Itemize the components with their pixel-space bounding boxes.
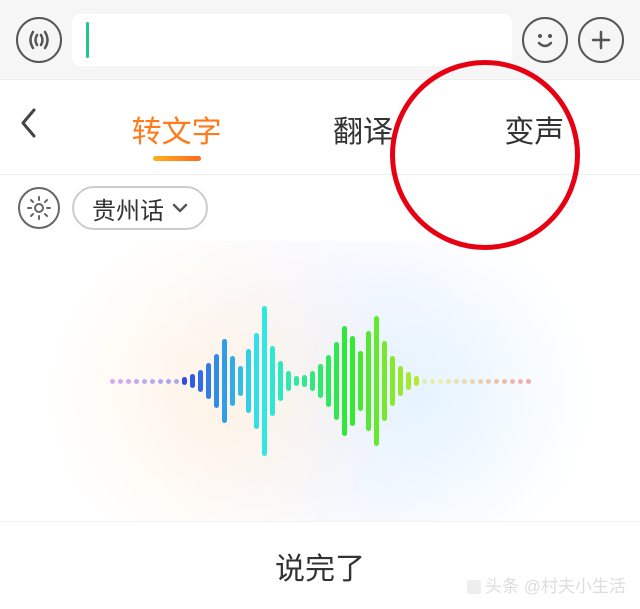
plus-icon: [588, 27, 614, 53]
back-button[interactable]: [18, 106, 66, 149]
tab-translate[interactable]: 翻译: [323, 85, 403, 169]
waveform-display: [0, 241, 640, 521]
settings-button[interactable]: [18, 187, 60, 229]
tab-voicechange[interactable]: 变声: [494, 85, 574, 169]
gear-icon: [26, 195, 52, 221]
text-cursor: [86, 22, 89, 58]
options-bar: 贵州话: [0, 175, 640, 241]
tab-transcribe[interactable]: 转文字: [122, 85, 232, 169]
done-label: 说完了: [275, 544, 365, 588]
dialect-selector[interactable]: 贵州话: [72, 186, 208, 230]
top-input-bar: [0, 0, 640, 80]
text-input[interactable]: [72, 14, 512, 66]
mode-tabs-row: 转文字 翻译 变声: [0, 80, 640, 175]
emoji-button[interactable]: [522, 17, 568, 63]
voice-input-icon[interactable]: [16, 17, 62, 63]
dialect-label: 贵州话: [92, 191, 164, 226]
source-watermark: 头条 @村夫小生活: [465, 572, 628, 597]
smile-icon: [531, 26, 559, 54]
add-button[interactable]: [578, 17, 624, 63]
chevron-left-icon: [18, 106, 38, 140]
sound-wave-icon: [26, 27, 52, 53]
chevron-down-icon: [172, 203, 188, 213]
